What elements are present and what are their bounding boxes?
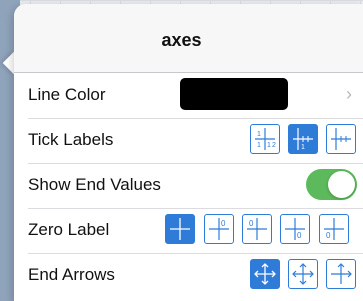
row-zero-label: Zero Label 0 0 0 0: [28, 208, 363, 254]
zero-label-bottom-icon: 0: [285, 218, 305, 240]
zero-label-label: Zero Label: [28, 220, 110, 239]
svg-text:1: 1: [257, 131, 261, 138]
zero-label-top-left-icon: 0: [247, 218, 267, 240]
end-arrows-label: End Arrows: [28, 265, 115, 284]
show-end-values-label: Show End Values: [28, 175, 161, 194]
tick-labels-none-option[interactable]: [326, 124, 356, 154]
arrows-positive-icon: [292, 263, 314, 285]
svg-text:1: 1: [267, 142, 271, 149]
row-end-arrows: End Arrows: [28, 253, 363, 298]
svg-text:1: 1: [301, 144, 305, 151]
zero-label-bottom-left-option[interactable]: 0: [319, 214, 349, 244]
row-show-end-values: Show End Values: [28, 163, 363, 209]
popover-header: axes: [14, 4, 363, 73]
svg-text:0: 0: [326, 231, 331, 240]
axes-popover: axes Line Color › Tick Labels 1 1 1 2 1 …: [14, 4, 363, 301]
zero-label-bottom-option[interactable]: 0: [280, 214, 310, 244]
line-color-swatch[interactable]: [180, 78, 288, 110]
toggle-knob: [328, 171, 355, 198]
row-tick-labels: Tick Labels 1 1 1 2 1: [28, 118, 363, 164]
popover-title: axes: [161, 30, 202, 50]
tick-labels-label: Tick Labels: [28, 130, 114, 149]
arrows-none-icon: [331, 263, 352, 284]
tick-labels-single-option[interactable]: 1: [288, 124, 318, 154]
arrows-all-icon: [254, 263, 276, 285]
chevron-right-icon: ›: [346, 84, 352, 104]
tick-labels-single-icon: 1: [293, 128, 313, 151]
tick-labels-both-icon: 1 1 1 2: [255, 128, 276, 150]
end-arrows-all-option[interactable]: [250, 259, 280, 289]
svg-text:0: 0: [221, 219, 226, 228]
zero-label-top-left-option[interactable]: 0: [242, 214, 272, 244]
tick-labels-none-icon: [331, 128, 351, 150]
end-arrows-none-option[interactable]: [326, 259, 356, 289]
row-line-color[interactable]: Line Color ›: [28, 73, 363, 119]
tick-labels-both-option[interactable]: 1 1 1 2: [250, 124, 280, 154]
zero-label-top-right-option[interactable]: 0: [204, 214, 234, 244]
zero-label-bottom-left-icon: 0: [324, 218, 344, 240]
svg-text:2: 2: [272, 142, 276, 149]
show-end-values-toggle[interactable]: [306, 169, 357, 200]
svg-text:0: 0: [297, 231, 302, 240]
zero-label-top-icon: 0: [209, 218, 229, 240]
svg-text:0: 0: [249, 219, 254, 228]
zero-label-none-icon: [170, 218, 190, 240]
zero-label-none-option[interactable]: [165, 214, 195, 244]
line-color-label: Line Color: [28, 85, 106, 104]
end-arrows-positive-option[interactable]: [288, 259, 318, 289]
svg-text:1: 1: [257, 142, 261, 149]
